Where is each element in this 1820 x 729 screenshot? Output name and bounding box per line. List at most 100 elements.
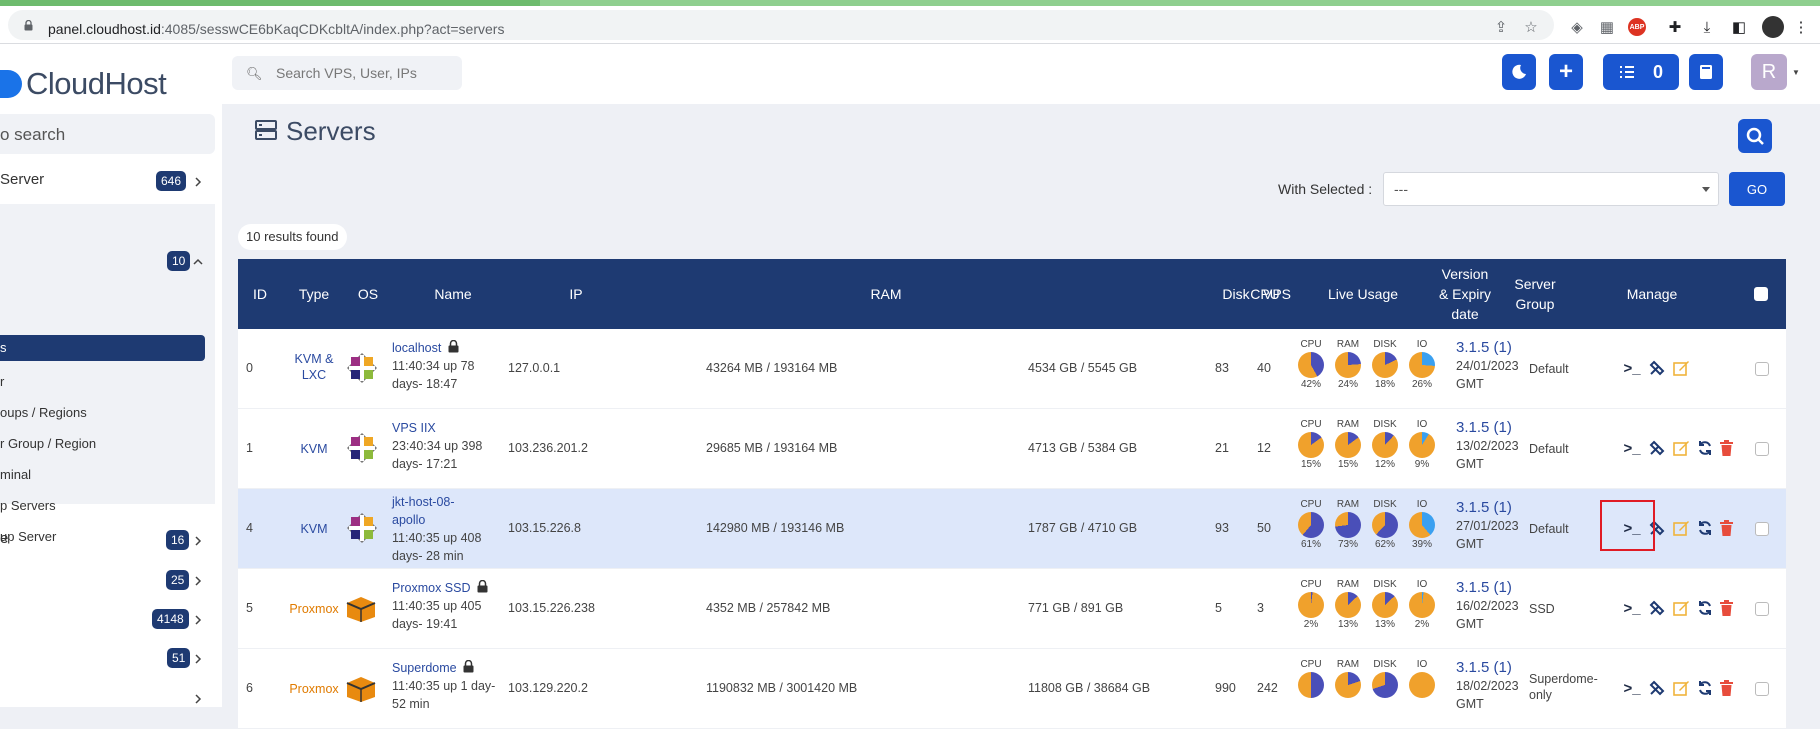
col-server-group[interactable]: Server Group — [1500, 259, 1570, 329]
side-panel-icon[interactable]: ◧ — [1730, 18, 1748, 36]
avatar-caret-icon[interactable]: ▼ — [1792, 68, 1800, 77]
sidebar-item-expanded[interactable]: 10 — [0, 243, 215, 277]
table-row[interactable]: 0 KVM & LXC localhost 11:40:34 up 78 days- 1… — [238, 329, 1786, 409]
col-id[interactable]: ID — [238, 259, 282, 329]
server-name-link[interactable]: Superdome — [392, 661, 457, 675]
col-ram[interactable]: RAM — [636, 259, 1136, 329]
trash-icon[interactable] — [1720, 519, 1733, 537]
bookmark-star-icon[interactable]: ☆ — [1522, 18, 1540, 36]
col-ip[interactable]: IP — [516, 259, 636, 329]
uptime-line: days- 28 min — [392, 549, 464, 563]
submenu-item[interactable]: oups / Regions — [0, 405, 87, 420]
count-badge: 646 — [156, 171, 187, 191]
submenu-item[interactable]: minal — [0, 467, 31, 482]
browser-menu-icon[interactable]: ⋮ — [1792, 18, 1810, 36]
sidebar-search-input[interactable]: o search — [0, 114, 215, 154]
version-link[interactable]: 3.1.5 (1) — [1456, 339, 1519, 357]
tools-icon[interactable] — [1649, 599, 1665, 617]
usage-pie-chart — [1335, 592, 1361, 618]
server-name-link[interactable]: Proxmox SSD — [392, 581, 471, 595]
sidebar-item[interactable] — [0, 680, 215, 714]
server-name-link[interactable]: localhost — [392, 341, 441, 355]
terminal-icon[interactable]: >_ — [1622, 679, 1642, 697]
col-version[interactable]: Version & Expiry date — [1432, 259, 1498, 329]
version-link[interactable]: 3.1.5 (1) — [1456, 579, 1519, 597]
sidebar-item-server[interactable]: Server 646 — [0, 163, 215, 197]
extension-grid-icon[interactable]: ▦ — [1598, 18, 1616, 36]
version-link[interactable]: 3.1.5 (1) — [1456, 499, 1519, 517]
docs-button[interactable] — [1689, 54, 1723, 90]
tasks-button[interactable]: 0 — [1603, 54, 1679, 90]
submenu-item[interactable]: r Group / Region — [0, 436, 96, 451]
extension-icon[interactable]: ◈ — [1568, 18, 1586, 36]
download-icon[interactable]: ⤓ — [1698, 18, 1716, 36]
refresh-icon[interactable] — [1697, 519, 1713, 537]
book-icon — [1700, 65, 1712, 79]
usage-pie-group: CPU 61% — [1296, 499, 1326, 550]
edit-icon[interactable] — [1673, 439, 1690, 457]
submenu-item-active[interactable]: s — [0, 335, 205, 361]
tools-icon[interactable] — [1649, 679, 1665, 697]
terminal-icon[interactable]: >_ — [1622, 439, 1642, 457]
sidebar-item[interactable]: e 16 — [0, 522, 215, 556]
sidebar-item[interactable]: 4148 — [0, 601, 215, 635]
sidebar-item[interactable]: 51 — [0, 640, 215, 674]
usage-percent: 2% — [1414, 619, 1430, 630]
submenu-item[interactable]: r — [0, 374, 4, 389]
col-type[interactable]: Type — [282, 259, 346, 329]
uptime-line: 52 min — [392, 697, 430, 711]
trash-icon[interactable] — [1720, 439, 1733, 457]
server-name-link[interactable]: VPS IIX — [392, 421, 436, 435]
table-row[interactable]: 6 Proxmox Superdome 11:40:35 up 1 day- 52 m… — [238, 649, 1786, 729]
submenu-item[interactable]: p Servers — [0, 498, 56, 513]
col-name[interactable]: Name — [390, 259, 516, 329]
refresh-icon[interactable] — [1697, 439, 1713, 457]
global-search-input[interactable]: 🔍︎ Search VPS, User, IPs — [232, 56, 462, 90]
row-checkbox[interactable] — [1755, 522, 1769, 536]
refresh-icon[interactable] — [1697, 599, 1713, 617]
row-checkbox[interactable] — [1755, 442, 1769, 456]
trash-icon[interactable] — [1720, 599, 1733, 617]
server-name-link[interactable]: jkt-host-08- — [392, 495, 455, 509]
table-row[interactable]: 1 KVM VPS IIX 23:40:34 up 398 days- 17:21 103… — [238, 409, 1786, 489]
edit-icon[interactable] — [1673, 599, 1690, 617]
select-all-checkbox[interactable] — [1754, 287, 1768, 301]
vps-count: 3 — [1257, 601, 1264, 615]
tools-icon[interactable] — [1649, 439, 1665, 457]
url-text[interactable]: panel.cloudhost.id:4085/sesswCE6bKaqCDKc… — [48, 21, 504, 37]
edit-icon[interactable] — [1673, 679, 1690, 697]
terminal-icon[interactable]: >_ — [1622, 359, 1642, 377]
share-icon[interactable]: ⇪ — [1492, 18, 1510, 36]
table-row[interactable]: 5 Proxmox Proxmox SSD 11:40:35 up 405 days-… — [238, 569, 1786, 649]
row-checkbox[interactable] — [1755, 362, 1769, 376]
lock-icon — [448, 339, 459, 353]
row-checkbox[interactable] — [1755, 682, 1769, 696]
expiry-tz: GMT — [1456, 697, 1484, 711]
edit-icon[interactable] — [1673, 519, 1690, 537]
server-name-link-cont[interactable]: apollo — [392, 511, 522, 529]
go-button[interactable]: GO — [1729, 172, 1785, 206]
version-link[interactable]: 3.1.5 (1) — [1456, 659, 1519, 677]
filter-search-button[interactable] — [1738, 119, 1772, 153]
edit-icon[interactable] — [1673, 359, 1690, 377]
puzzle-extensions-icon[interactable]: ✚ — [1666, 18, 1684, 36]
version-link[interactable]: 3.1.5 (1) — [1456, 419, 1519, 437]
usage-pie-group: CPU 2% — [1296, 579, 1326, 630]
brand-logo[interactable]: CloudHost — [0, 64, 167, 104]
adblock-icon[interactable]: ABP — [1628, 18, 1646, 36]
tools-icon[interactable] — [1649, 359, 1665, 377]
col-vps[interactable]: VPS — [1254, 259, 1300, 329]
refresh-icon[interactable] — [1697, 679, 1713, 697]
dark-mode-button[interactable] — [1502, 54, 1536, 90]
bulk-action-select[interactable]: --- — [1383, 172, 1719, 206]
row-checkbox[interactable] — [1755, 602, 1769, 616]
trash-icon[interactable] — [1720, 679, 1733, 697]
table-row[interactable]: 4 KVM jkt-host-08- apollo 11:40:35 up 408 day… — [238, 489, 1786, 569]
page-title: Servers — [286, 116, 376, 146]
terminal-icon[interactable]: >_ — [1622, 599, 1642, 617]
profile-avatar-icon[interactable] — [1762, 16, 1784, 38]
user-avatar-button[interactable]: R — [1751, 54, 1787, 90]
sidebar-item[interactable]: 25 — [0, 562, 215, 596]
add-button[interactable]: + — [1549, 54, 1583, 90]
col-os[interactable]: OS — [346, 259, 390, 329]
